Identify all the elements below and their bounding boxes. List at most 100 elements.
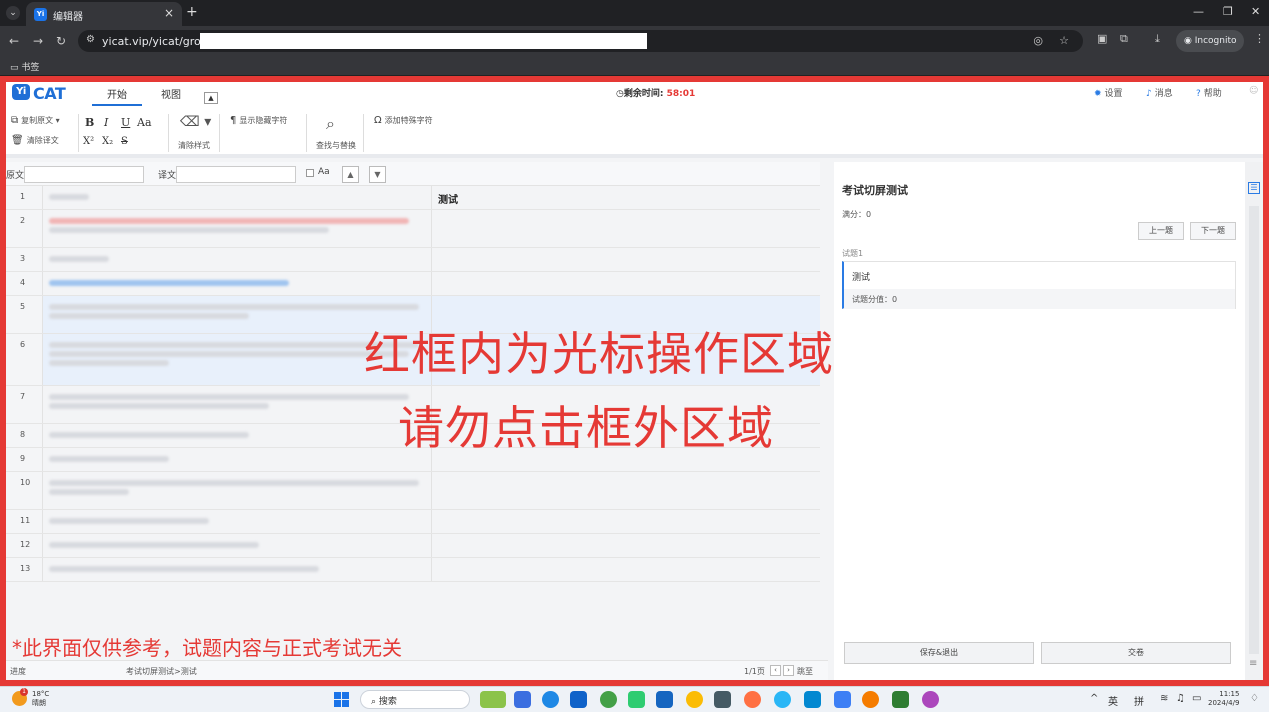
table-row[interactable]: 12 (6, 534, 820, 558)
table-row[interactable]: 3 (6, 248, 820, 272)
taskbar-search[interactable]: ⌕ 搜索 (360, 690, 470, 709)
wechat-icon[interactable] (600, 691, 617, 708)
change-case-button[interactable]: Aa (137, 116, 152, 129)
jump-to-label[interactable]: 跳至 (797, 666, 813, 677)
ime-english[interactable]: 英 (1108, 693, 1118, 708)
source-cell[interactable] (43, 186, 432, 209)
question-card[interactable]: 测试 试题分值：0 (842, 261, 1236, 309)
target-cell[interactable] (432, 248, 820, 271)
bookmark-star-icon[interactable]: ☆ (1059, 34, 1069, 47)
collapse-ribbon-icon[interactable]: ▲ (204, 92, 218, 104)
messages-link[interactable]: ♪ 消息 (1146, 86, 1173, 99)
restore-icon[interactable]: ❐ (1223, 5, 1233, 18)
task-view-icon[interactable] (514, 691, 531, 708)
browser-tab[interactable]: Yi 编辑器 × (26, 2, 182, 26)
puzzle-icon[interactable]: ⧉ (1120, 32, 1128, 46)
chrome-incognito-icon[interactable] (922, 691, 939, 708)
table-row[interactable]: 10 (6, 472, 820, 510)
add-special-char-button[interactable]: Ω 添加特殊字符 (374, 115, 433, 126)
app-icon[interactable] (714, 691, 731, 708)
browser-icon[interactable] (774, 691, 791, 708)
reload-icon[interactable]: ↻ (56, 34, 66, 48)
ime-pinyin[interactable]: 拼 (1134, 693, 1144, 708)
underline-button[interactable]: U (121, 116, 130, 129)
eraser-icon[interactable]: ⌫ ▾ (180, 114, 211, 130)
firefox-icon[interactable] (744, 691, 761, 708)
battery-icon[interactable]: ▭ (1192, 693, 1201, 704)
source-cell[interactable] (43, 424, 432, 447)
extension-icon[interactable]: ▣ (1097, 32, 1107, 45)
image-app-icon[interactable] (892, 691, 909, 708)
monitor-icon[interactable] (804, 691, 821, 708)
edge-icon[interactable] (542, 691, 559, 708)
tab-view[interactable]: 视图 (146, 88, 196, 106)
target-filter-input[interactable] (176, 166, 296, 183)
omnibox[interactable]: ⚙ yicat.vip/yicat/group/ ◎ ☆ (78, 30, 1083, 52)
italic-button[interactable]: I (104, 116, 108, 129)
source-filter-input[interactable] (24, 166, 144, 183)
prev-question-button[interactable]: 上一题 (1138, 222, 1184, 240)
source-cell[interactable] (43, 272, 432, 295)
find-replace-label[interactable]: 查找与替换 (316, 140, 356, 151)
weather-widget[interactable]: 18°C 晴朗 (32, 690, 49, 708)
save-exit-button[interactable]: 保存&退出 (844, 642, 1034, 664)
target-cell[interactable] (432, 534, 820, 557)
table-row[interactable]: 1 测试 (6, 186, 820, 210)
source-cell[interactable] (43, 558, 432, 581)
incognito-badge[interactable]: ◉ Incognito (1176, 30, 1245, 52)
wifi-icon[interactable]: ≋ (1160, 693, 1168, 704)
mail-icon[interactable] (656, 691, 673, 708)
help-link[interactable]: ? 帮助 (1196, 86, 1222, 99)
bold-button[interactable]: B (85, 116, 94, 129)
source-cell[interactable] (43, 386, 432, 423)
source-cell[interactable] (43, 472, 432, 509)
notes-icon[interactable] (834, 691, 851, 708)
copy-source-button[interactable]: ⧉ 复制原文 ▾ (11, 115, 60, 126)
match-case-checkbox[interactable] (306, 169, 314, 177)
minimize-icon[interactable]: — (1193, 5, 1204, 18)
tab-search-icon[interactable]: ⌄ (6, 6, 20, 20)
chrome-icon[interactable] (686, 691, 703, 708)
table-row[interactable]: 13 (6, 558, 820, 582)
tab-start[interactable]: 开始 (92, 88, 142, 106)
source-cell[interactable] (43, 248, 432, 271)
volume-icon[interactable]: ♫ (1176, 693, 1185, 704)
avatar[interactable]: ☺ (1249, 86, 1258, 96)
next-page-icon[interactable]: › (783, 665, 794, 676)
search-app-icon[interactable] (862, 691, 879, 708)
chat-icon[interactable] (628, 691, 645, 708)
subscript-button[interactable]: X₂ (102, 136, 113, 147)
prev-match-icon[interactable]: ▲ (342, 166, 359, 183)
widget-app-icon[interactable] (480, 691, 506, 708)
close-tab-icon[interactable]: × (164, 6, 174, 20)
download-icon[interactable]: ⤓ (1155, 32, 1160, 46)
tray-chevron-icon[interactable]: ^ (1090, 693, 1098, 704)
find-replace-icon[interactable]: ⌕ (326, 114, 335, 134)
submit-button[interactable]: 交卷 (1041, 642, 1231, 664)
close-window-icon[interactable]: ✕ (1251, 5, 1260, 18)
target-cell[interactable] (432, 472, 820, 509)
bookmarks-folder[interactable]: ▭ 书签 (10, 60, 39, 73)
show-hidden-button[interactable]: ¶ 显示隐藏字符 (230, 115, 287, 126)
settings-link[interactable]: ✹ 设置 (1094, 86, 1123, 99)
superscript-button[interactable]: X² (83, 136, 94, 147)
eye-off-icon[interactable]: ◎ (1033, 34, 1043, 47)
table-row[interactable]: 4 (6, 272, 820, 296)
new-tab-icon[interactable]: + (186, 4, 198, 20)
table-row[interactable]: 11 (6, 510, 820, 534)
clear-format-label[interactable]: 清除样式 (178, 140, 210, 151)
next-match-icon[interactable]: ▼ (369, 166, 386, 183)
source-cell[interactable] (43, 510, 432, 533)
target-cell[interactable] (432, 558, 820, 581)
scrollbar[interactable] (1249, 206, 1259, 654)
target-cell[interactable] (432, 272, 820, 295)
notification-bell-icon[interactable]: ♢ (1250, 693, 1259, 704)
menu-icon[interactable]: ≡ (1249, 658, 1257, 669)
site-info-icon[interactable]: ⚙ (86, 34, 95, 45)
source-cell[interactable] (43, 448, 432, 471)
target-cell[interactable] (432, 510, 820, 533)
source-cell[interactable] (43, 210, 432, 247)
back-icon[interactable]: ← (9, 34, 19, 48)
strikethrough-button[interactable]: S (121, 136, 128, 147)
prev-page-icon[interactable]: ‹ (770, 665, 781, 676)
